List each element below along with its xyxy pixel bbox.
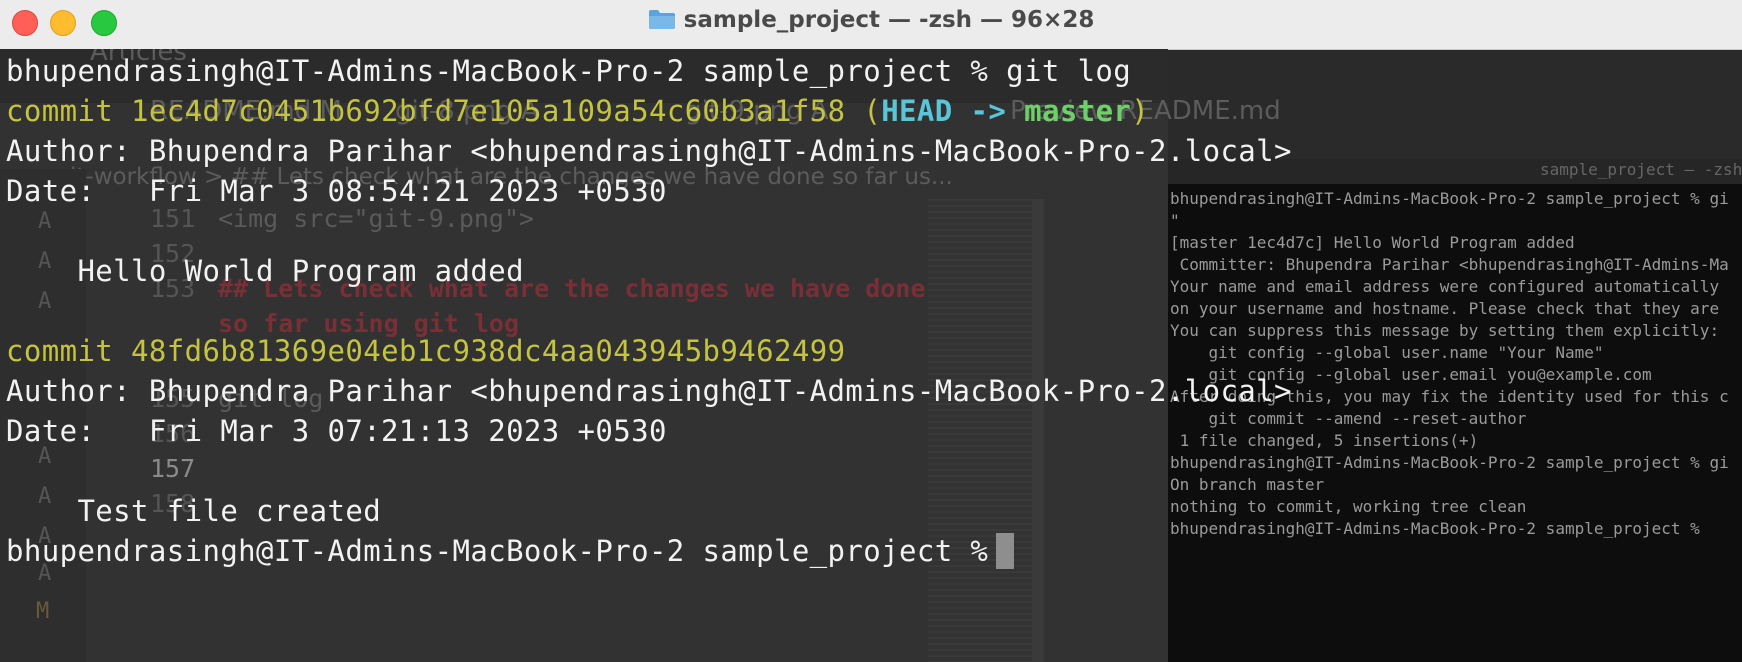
final-prompt: bhupendrasingh@IT-Admins-MacBook-Pro-2 s… bbox=[6, 534, 989, 568]
commit-message-line: Hello World Program added bbox=[6, 254, 524, 288]
commit-message-line: Test file created bbox=[6, 494, 382, 528]
ref-open: ( bbox=[863, 94, 882, 128]
commit-line: commit 48fd6b81369e04eb1c938dc4aa043945b… bbox=[6, 331, 1742, 371]
commit-hash: 1ec4d7c0451b692bfd7e105a109a54c60b3a1f58 bbox=[131, 94, 846, 128]
branch-ref: master bbox=[1024, 94, 1132, 128]
head-arrow: -> bbox=[970, 94, 1007, 128]
head-ref: HEAD bbox=[881, 94, 953, 128]
title-bar: sample_project — -zsh — 96×28 bbox=[0, 0, 1742, 50]
window-title-text: sample_project — -zsh — 96×28 bbox=[683, 7, 1095, 33]
commit-line: commit 1ec4d7c0451b692bfd7e105a109a54c60… bbox=[6, 91, 1742, 131]
commit-hash: 48fd6b81369e04eb1c938dc4aa043945b9462499 bbox=[131, 334, 846, 368]
bg-scm-badge: M bbox=[36, 599, 50, 624]
commit-label: commit bbox=[6, 334, 114, 368]
commit-label: commit bbox=[6, 94, 114, 128]
author-line: Author: Bhupendra Parihar <bhupendrasing… bbox=[6, 134, 1292, 168]
terminal-output[interactable]: bhupendrasingh@IT-Admins-MacBook-Pro-2 s… bbox=[6, 51, 1742, 571]
date-line: Date: Fri Mar 3 07:21:13 2023 +0530 bbox=[6, 414, 667, 448]
prompt-command-line: bhupendrasingh@IT-Admins-MacBook-Pro-2 s… bbox=[6, 54, 1132, 88]
author-line: Author: Bhupendra Parihar <bhupendrasing… bbox=[6, 374, 1292, 408]
final-prompt-line: bhupendrasingh@IT-Admins-MacBook-Pro-2 s… bbox=[6, 531, 1742, 571]
text-cursor bbox=[996, 533, 1015, 569]
date-line: Date: Fri Mar 3 08:54:21 2023 +0530 bbox=[6, 174, 667, 208]
window-title: sample_project — -zsh — 96×28 bbox=[0, 7, 1742, 33]
ref-close: ) bbox=[1131, 94, 1150, 128]
folder-icon bbox=[648, 10, 675, 29]
